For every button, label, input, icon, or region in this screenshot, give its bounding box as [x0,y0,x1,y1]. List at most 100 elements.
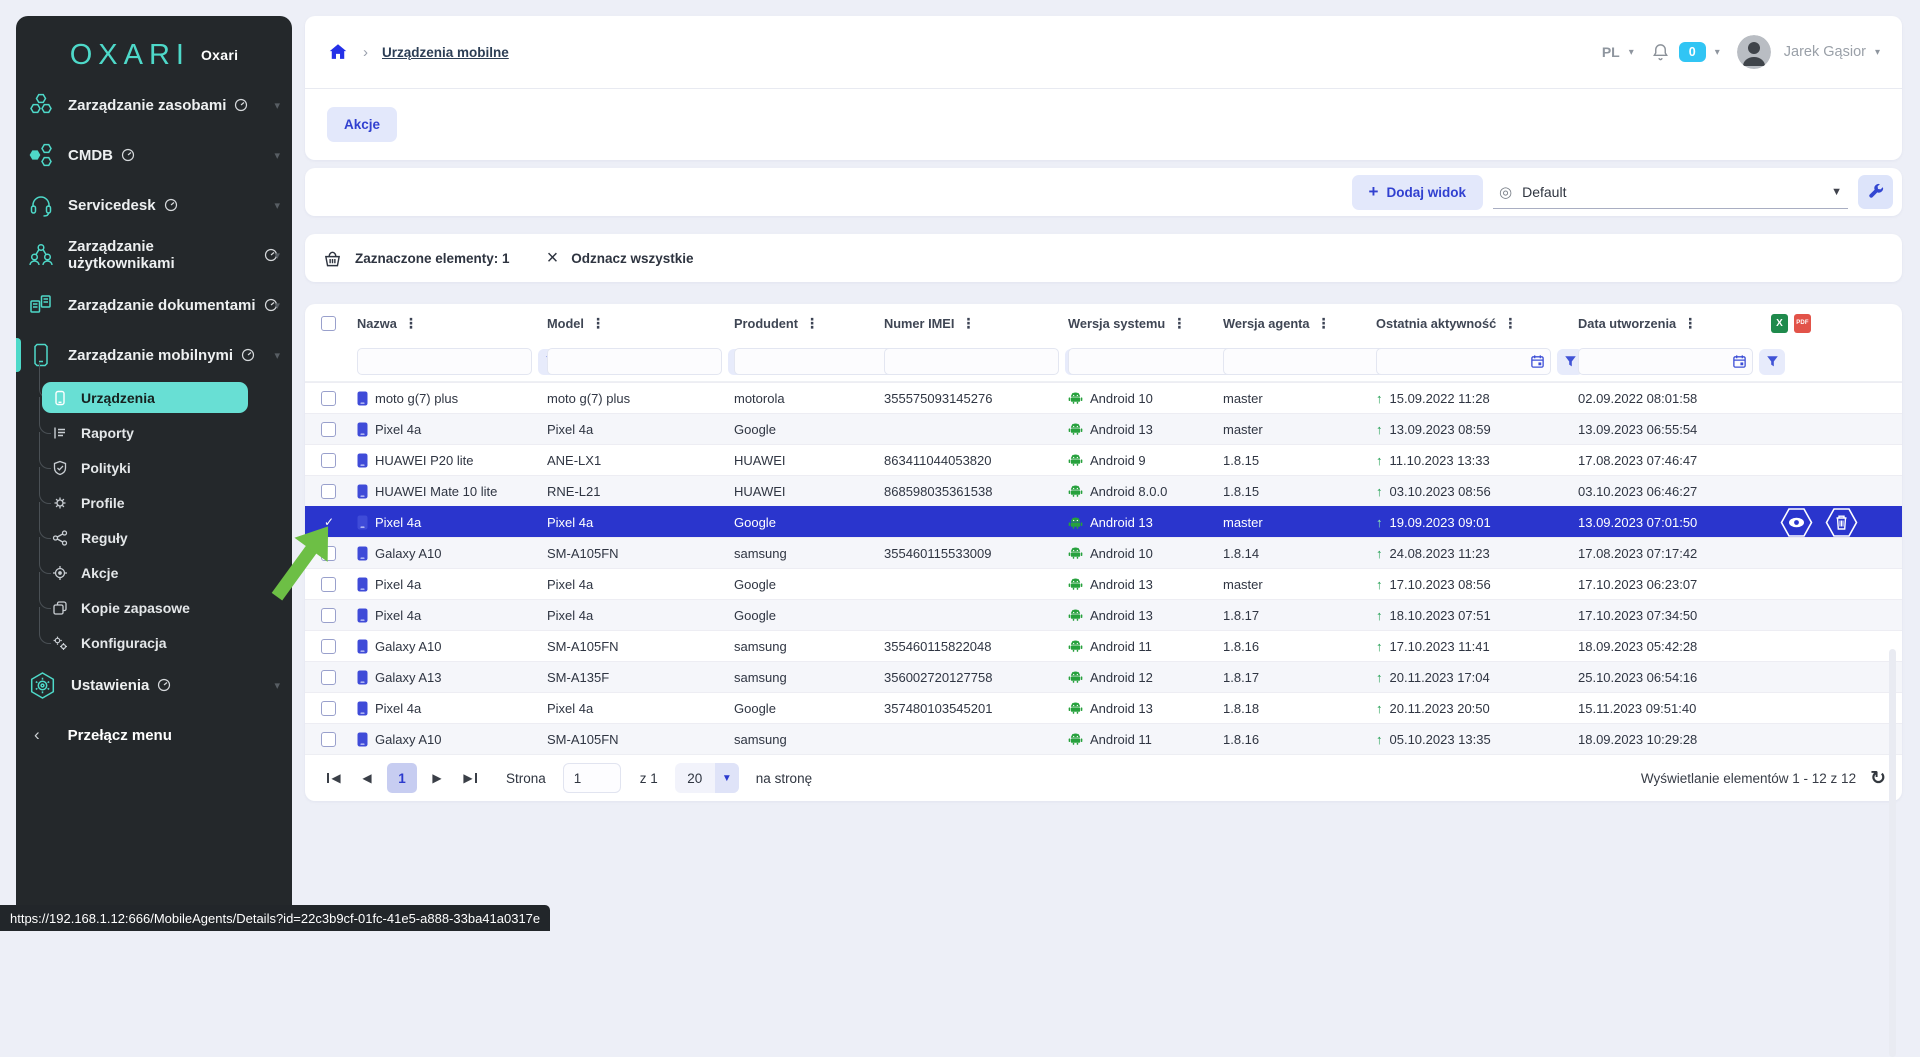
column-header[interactable]: Ostatnia aktywność [1376,316,1496,331]
clear-selection-icon[interactable]: × [547,248,559,268]
table-row[interactable]: moto g(7) plus moto g(7) plus motorola 3… [305,382,1902,413]
table-row[interactable]: Galaxy A13 SM-A135F samsung 356002720127… [305,661,1902,692]
column-menu-icon[interactable]: ⋮ [1317,315,1331,332]
export-pdf-icon[interactable]: PDF [1794,314,1811,333]
table-row[interactable]: Pixel 4a Pixel 4a Google Android 13 mast… [305,568,1902,599]
sidebar-item-uzytkownicy[interactable]: Zarządzanie użytkownikami ▾ [16,230,292,280]
user-name[interactable]: Jarek Gąsior [1784,44,1866,60]
refresh-icon[interactable]: ↻ [1870,769,1886,788]
current-page-button[interactable]: 1 [387,763,417,793]
column-header[interactable]: Produdent [734,316,798,331]
chevron-down-icon[interactable]: ▾ [1715,47,1720,58]
prev-page-button[interactable]: ◀ [354,765,380,791]
delete-button[interactable] [1823,507,1860,538]
table-row[interactable]: Pixel 4a Pixel 4a Google 357480103545201… [305,692,1902,723]
column-header[interactable]: Data utworzenia [1578,316,1676,331]
column-header[interactable]: Numer IMEI [884,316,954,331]
next-page-button[interactable]: ▶ [424,765,450,791]
filter-input-utworzenia[interactable] [1578,348,1753,375]
column-menu-icon[interactable]: ⋮ [591,315,605,332]
row-checkbox[interactable] [321,577,336,592]
filter-input-model[interactable] [547,348,722,375]
row-checkbox[interactable] [321,670,336,685]
calendar-icon[interactable] [1732,354,1747,369]
table-row[interactable]: Galaxy A10 SM-A105FN samsung 35546011582… [305,630,1902,661]
sidebar-item-kopie[interactable]: Kopie zapasowe [16,590,292,625]
last-page-button[interactable]: ▶ [457,765,483,791]
filter-input-system[interactable] [1068,348,1243,375]
column-menu-icon[interactable]: ⋮ [404,315,418,332]
table-row[interactable]: HUAWEI P20 lite ANE-LX1 HUAWEI 863411044… [305,444,1902,475]
avatar[interactable] [1737,35,1771,69]
view-settings-button[interactable] [1858,175,1893,209]
view-details-button[interactable] [1778,507,1815,538]
basket-icon[interactable] [323,249,342,268]
calendar-icon[interactable] [1530,354,1545,369]
column-menu-icon[interactable]: ⋮ [1172,315,1186,332]
column-menu-icon[interactable]: ⋮ [1683,315,1697,332]
sidebar-item-mobilne[interactable]: Zarządzanie mobilnymi ▾ [16,330,292,380]
column-header[interactable]: Wersja systemu [1068,316,1165,331]
export-excel-icon[interactable]: X [1771,314,1788,333]
sidebar-item-reguly[interactable]: Reguły [16,520,292,555]
page-size-select[interactable]: 20 ▼ [675,763,739,793]
column-menu-icon[interactable]: ⋮ [805,315,819,332]
row-checkbox[interactable] [321,608,336,623]
row-checkbox[interactable] [321,453,336,468]
row-checkbox[interactable] [321,515,336,530]
row-checkbox[interactable] [321,701,336,716]
table-scrollbar[interactable] [1889,649,1896,1057]
akcje-button[interactable]: Akcje [327,107,397,142]
filter-input-nazwa[interactable] [357,348,532,375]
menu-toggle[interactable]: ‹ Przełącz menu [16,712,292,758]
table-row[interactable]: Pixel 4a Pixel 4a Google Android 13 1.8.… [305,599,1902,630]
sidebar-item-dokumenty[interactable]: Zarządzanie dokumentami ▾ [16,280,292,330]
first-page-button[interactable]: ◀ [321,765,347,791]
column-header[interactable]: Nazwa [357,316,397,331]
row-checkbox[interactable] [321,391,336,406]
column-header[interactable]: Wersja agenta [1223,316,1310,331]
row-checkbox[interactable] [321,484,336,499]
row-checkbox[interactable] [321,422,336,437]
add-view-button[interactable]: + Dodaj widok [1352,175,1483,210]
notification-badge[interactable]: 0 [1679,42,1706,62]
filter-input-aktywnosc[interactable] [1376,348,1551,375]
home-icon[interactable] [327,41,349,63]
row-checkbox[interactable] [321,546,336,561]
sidebar-item-polityki[interactable]: Polityki [16,450,292,485]
sidebar-item-servicedesk[interactable]: Servicedesk ▾ [16,180,292,230]
table-row[interactable]: HUAWEI Mate 10 lite RNE-L21 HUAWEI 86859… [305,475,1902,506]
trash-icon [1823,507,1860,538]
sidebar-item-cmdb[interactable]: CMDB ▾ [16,130,292,180]
column-menu-icon[interactable]: ⋮ [961,315,975,332]
sidebar-item-konfiguracja[interactable]: Konfiguracja [16,625,292,660]
sidebar-item-akcje[interactable]: Akcje [16,555,292,590]
filter-button[interactable] [1759,349,1785,375]
sidebar-item-ustawienia[interactable]: Ustawienia ▾ [16,660,292,710]
filter-input-producent[interactable] [734,348,909,375]
language-selector[interactable]: PL [1602,44,1620,60]
table-row[interactable]: Pixel 4a Pixel 4a Google Android 13 mast… [305,413,1902,444]
table-row[interactable]: Pixel 4a Pixel 4a Google Android 13 mast… [305,506,1902,537]
sidebar-item-zasoby[interactable]: Zarządzanie zasobami ▾ [16,80,292,130]
column-header[interactable]: Model [547,316,584,331]
clear-selection-button[interactable]: Odznacz wszystkie [571,251,693,266]
row-checkbox[interactable] [321,732,336,747]
sidebar-item-profile[interactable]: Profile [16,485,292,520]
sidebar-item-urzadzenia[interactable]: Urządzenia [16,380,292,415]
chevron-down-icon[interactable]: ▾ [1629,47,1634,58]
breadcrumb-link[interactable]: Urządzenia mobilne [382,45,509,60]
filter-input-agent[interactable] [1223,348,1398,375]
filter-input-imei[interactable] [884,348,1059,375]
page-label: Strona [506,771,546,786]
sidebar-item-raporty[interactable]: Raporty [16,415,292,450]
chevron-down-icon[interactable]: ▾ [1875,47,1880,58]
page-input[interactable] [563,763,621,793]
view-select[interactable]: ◎ Default ▼ [1493,175,1848,209]
row-checkbox[interactable] [321,639,336,654]
column-menu-icon[interactable]: ⋮ [1503,315,1517,332]
bell-icon[interactable] [1651,42,1670,62]
table-row[interactable]: Galaxy A10 SM-A105FN samsung 35546011553… [305,537,1902,568]
table-row[interactable]: Galaxy A10 SM-A105FN samsung Android 11 … [305,723,1902,754]
select-all-checkbox[interactable] [321,316,336,331]
